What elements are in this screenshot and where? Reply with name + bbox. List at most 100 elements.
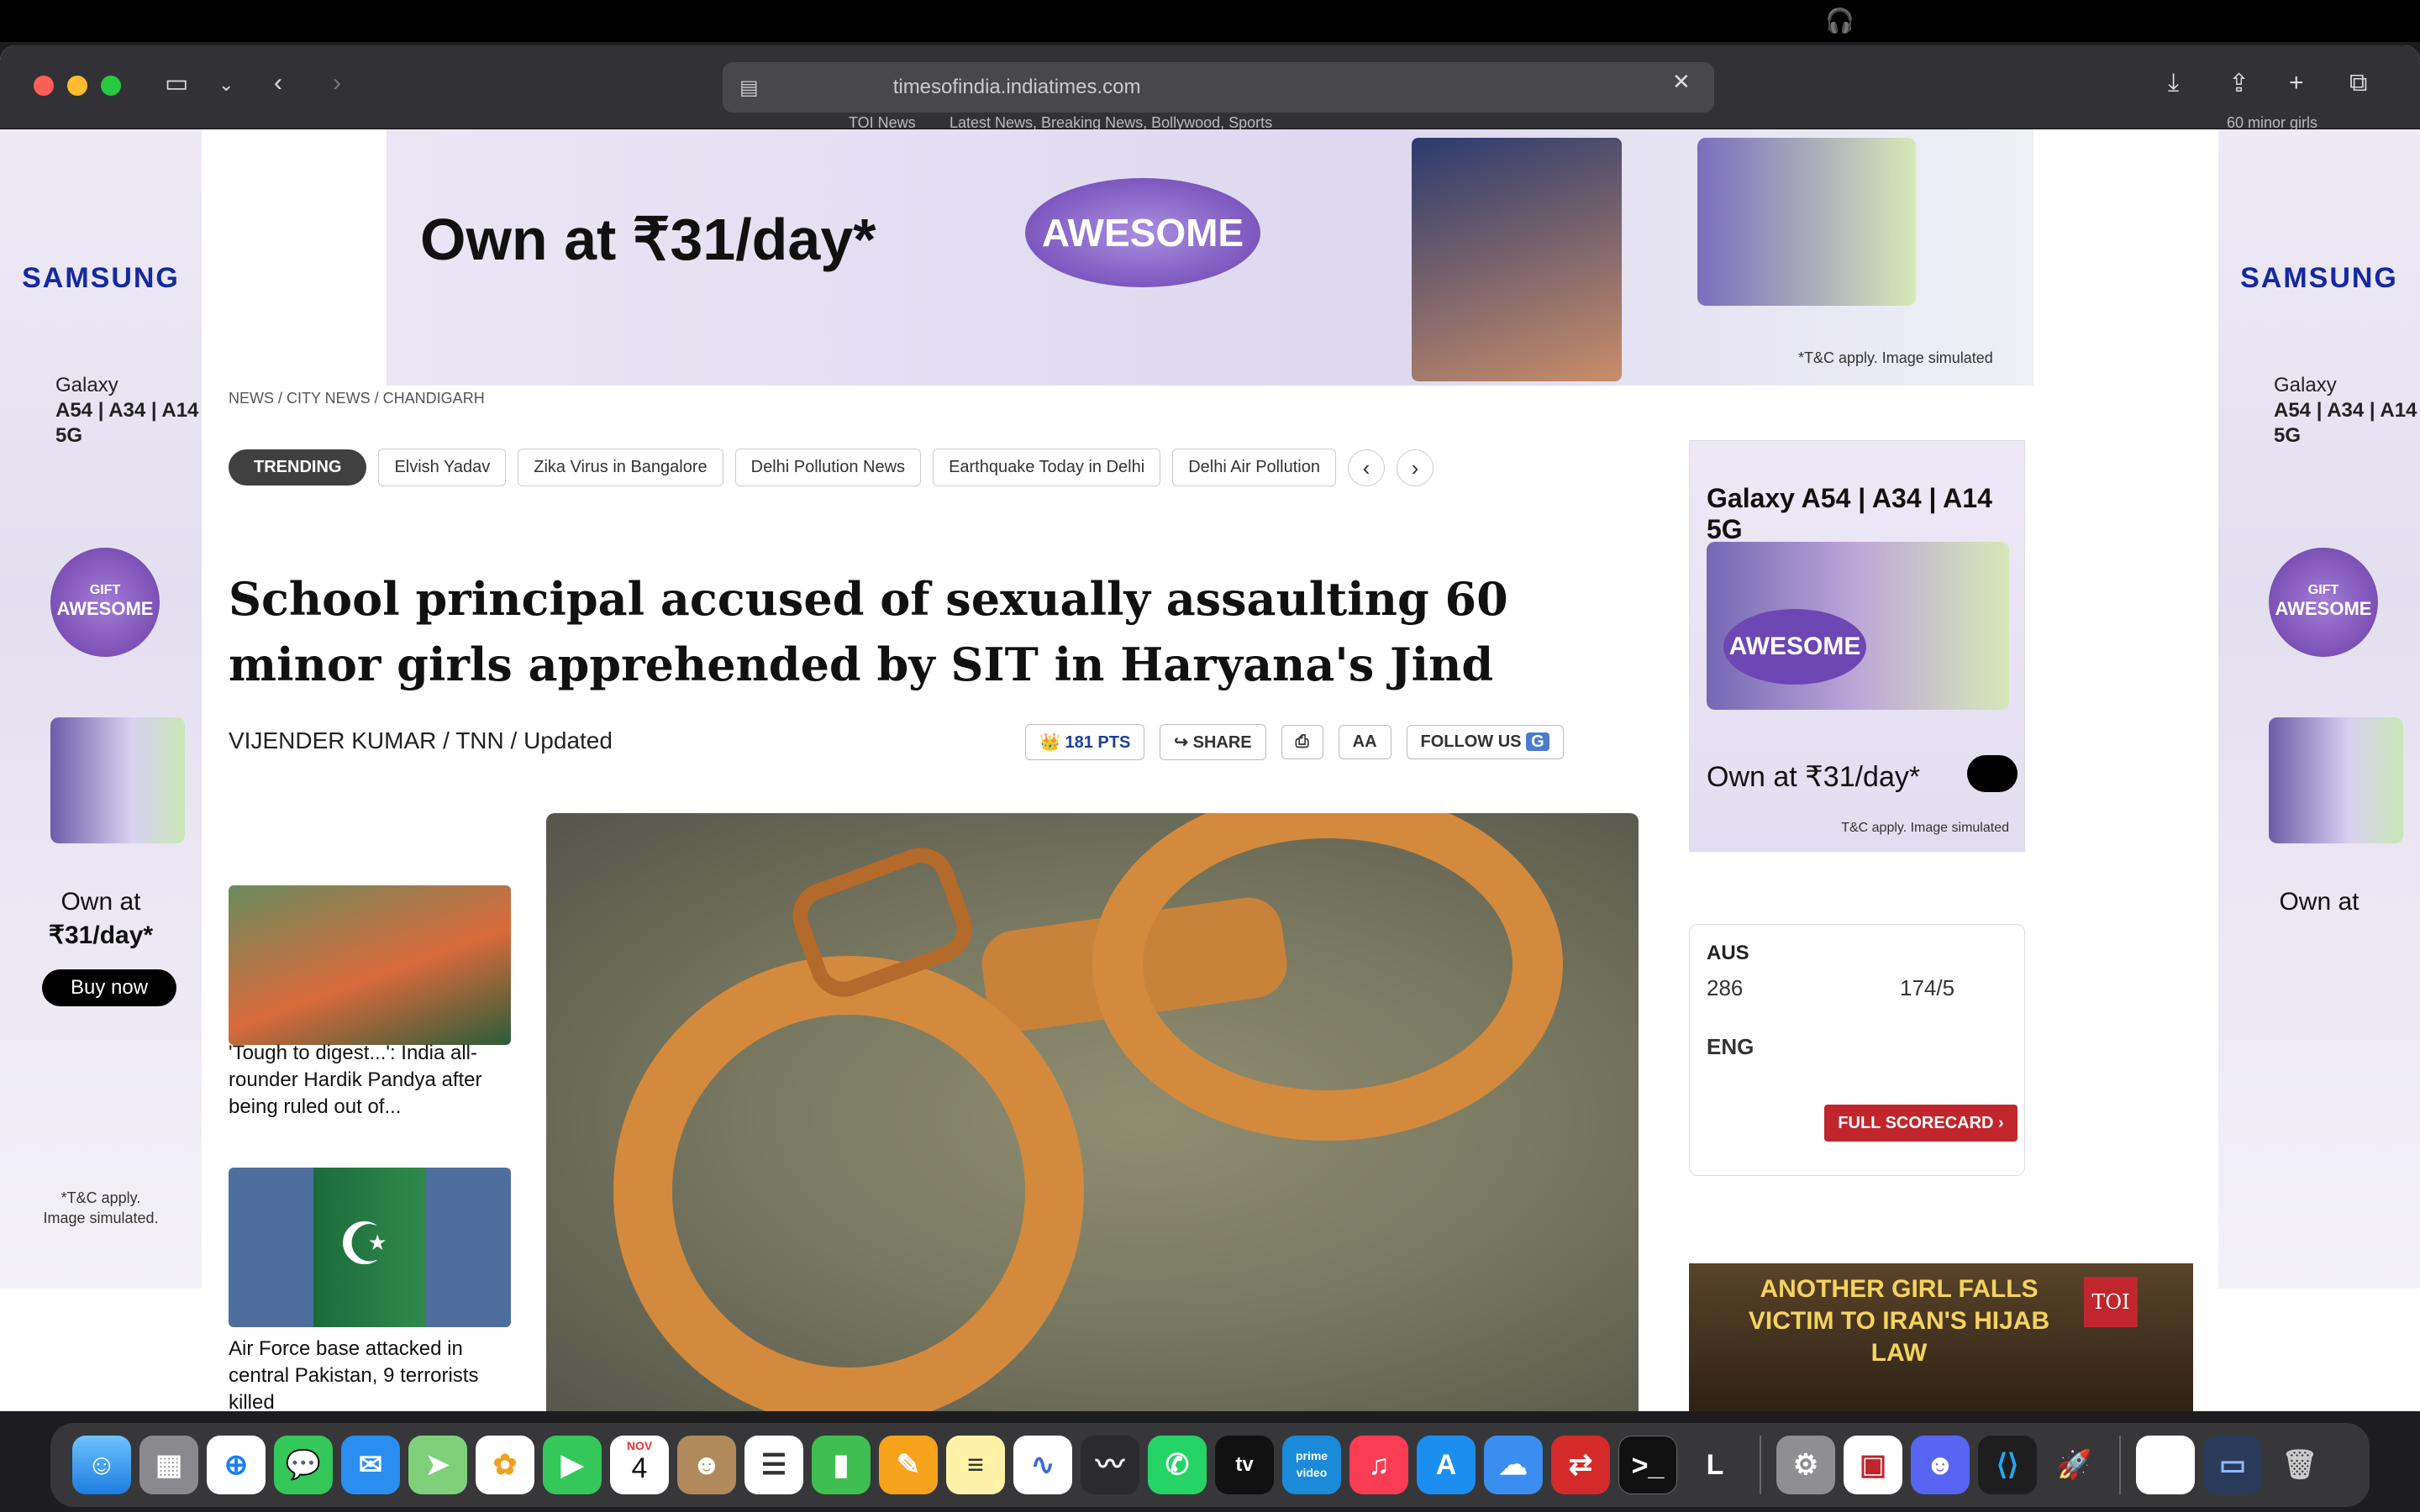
ad-model-line1: Galaxy <box>55 374 118 396</box>
l-app-icon[interactable]: L <box>1686 1436 1744 1494</box>
top-banner-ad[interactable]: Own at ₹31/day* AWESOME *T&C apply. Imag… <box>387 129 2033 386</box>
trending-chip[interactable]: Zika Virus in Bangalore <box>518 449 723 486</box>
trending-bar: TRENDING Elvish Yadav Zika Virus in Bang… <box>229 449 1434 486</box>
ad-model-line2: A54 | A34 | A14 5G <box>55 399 199 447</box>
rocket-icon[interactable]: 🚀 <box>2045 1436 2104 1494</box>
trash-icon[interactable]: 🗑 <box>2270 1436 2329 1494</box>
ad-model: Galaxy A54 | A34 | A14 5G <box>2274 373 2420 449</box>
download-icon[interactable]: ⤓ <box>2168 69 2179 97</box>
print-icon[interactable]: ⎙ <box>1281 725 1323 759</box>
notes-icon[interactable]: ≡ <box>946 1436 1005 1494</box>
numbers-icon[interactable]: ▮ <box>812 1436 871 1494</box>
address-bar[interactable]: ▤ timesofindia.indiatimes.com <box>723 62 1714 113</box>
ad-awesome-logo: AWESOME <box>1723 609 1866 685</box>
apple-tv-icon[interactable]: tv <box>1215 1436 1274 1494</box>
trending-chip[interactable]: Delhi Pollution News <box>734 449 922 486</box>
dock-separator <box>1760 1436 1761 1494</box>
chevron-down-icon[interactable]: ⌄ <box>218 74 234 96</box>
points-badge[interactable]: 👑 181 PTS <box>1025 724 1145 760</box>
headphones-icon[interactable]: 🎧 <box>1825 7 1854 34</box>
address-text: timesofindia.indiatimes.com <box>892 76 1141 98</box>
remote-desktop-icon[interactable]: ⇄ <box>1551 1436 1610 1494</box>
trending-next-icon[interactable]: › <box>1396 449 1434 486</box>
mail-icon[interactable]: ✉ <box>341 1436 400 1494</box>
vscode-icon[interactable]: ⟨⟩ <box>1978 1436 2037 1494</box>
app-store-icon[interactable]: A <box>1417 1436 1476 1494</box>
ad-gift-badge: GIFT AWESOME <box>2269 548 2378 657</box>
cricket-scorecard[interactable]: AUS 286 174/5 ENG FULL SCORECARD › <box>1689 924 2025 1176</box>
finder-icon[interactable]: ☺ <box>72 1436 131 1494</box>
l-app-letter: L <box>1706 1449 1724 1481</box>
ad-badge-line1: GIFT <box>89 583 121 597</box>
share-text: SHARE <box>1192 733 1252 752</box>
contacts-icon[interactable]: ☻ <box>677 1436 736 1494</box>
banner-terms: *T&C apply. Image simulated <box>1798 349 1993 366</box>
forward-icon[interactable]: › <box>333 69 341 97</box>
article-main-image <box>546 813 1639 1411</box>
banner-own-text: Own at ₹31/day* <box>420 207 876 272</box>
voice-memos-icon[interactable]: 〰 <box>1081 1436 1139 1494</box>
discord-icon[interactable]: ☻ <box>1911 1436 1970 1494</box>
ad-model-line2: A54 | A34 | A14 5G <box>2274 399 2417 447</box>
share-icon[interactable]: ⇪ <box>2228 69 2249 98</box>
trending-chip[interactable]: Elvish Yadav <box>378 449 507 486</box>
minimize-window-button[interactable] <box>67 76 87 96</box>
article-byline: VIJENDER KUMAR / TNN / Updated <box>229 727 613 753</box>
rail-story-image[interactable]: ☪ <box>229 1168 511 1327</box>
maps-icon[interactable]: ➤ <box>408 1436 467 1494</box>
left-side-ad[interactable]: SAMSUNG Galaxy A54 | A34 | A14 5G GIFT A… <box>0 129 202 1289</box>
ad-buy-button[interactable] <box>1967 755 2018 792</box>
trending-chip[interactable]: Earthquake Today in Delhi <box>933 449 1161 486</box>
trending-chip[interactable]: Delhi Air Pollution <box>1172 449 1336 486</box>
calendar-icon[interactable]: NOV 4 <box>610 1436 669 1494</box>
facetime-icon[interactable]: ▶ <box>543 1436 602 1494</box>
ad-phones-image <box>2269 717 2403 843</box>
screen-icon[interactable]: ▭ <box>2203 1436 2262 1494</box>
settings-icon[interactable]: ⚙ <box>1776 1436 1835 1494</box>
whatsapp-icon[interactable]: ✆ <box>1148 1436 1207 1494</box>
dock: ☺ ▦ ⊕ 💬 ✉ ➤ ✿ ▶ NOV 4 ☻ ☰ ▮ ✎ ≡ ∿ 〰 ✆ tv… <box>50 1423 2370 1507</box>
pages-icon[interactable]: ✎ <box>879 1436 938 1494</box>
sidebar-icon[interactable]: ▭ <box>165 69 188 98</box>
calendar-month: NOV <box>626 1439 653 1452</box>
browser-toolbar: ▭ ⌄ ‹ › ▤ timesofindia.indiatimes.com ✕ … <box>0 45 2420 131</box>
new-tab-icon[interactable]: + <box>2289 69 2304 97</box>
ad-own-line1: Own at <box>2279 888 2360 916</box>
tab-overview-icon[interactable]: ⧉ <box>2349 69 2367 97</box>
terminal-icon[interactable]: >_ <box>1618 1436 1677 1494</box>
reader-icon[interactable]: ▤ <box>739 76 759 100</box>
ad-buy-now-button[interactable]: Buy now <box>42 969 176 1006</box>
share-button[interactable]: ↪ SHARE <box>1160 724 1266 760</box>
right-column-ad[interactable]: Galaxy A54 | A34 | A14 5G AWESOME Own at… <box>1689 440 2025 852</box>
banner-awesome-logo: AWESOME <box>1025 178 1260 287</box>
launchpad-icon[interactable]: ▦ <box>139 1436 198 1494</box>
prime-video-icon[interactable]: prime video <box>1282 1436 1341 1494</box>
ad-own-text: Own at ₹31/day* <box>0 885 202 953</box>
rail-story-image[interactable] <box>229 885 511 1045</box>
right-side-ad[interactable]: SAMSUNG Galaxy A54 | A34 | A14 5G GIFT A… <box>2218 129 2420 1289</box>
photos-icon[interactable]: ✿ <box>476 1436 534 1494</box>
maximize-window-button[interactable] <box>101 76 121 96</box>
follow-us-button[interactable]: FOLLOW US G <box>1406 725 1564 759</box>
freeform-icon[interactable]: ∿ <box>1013 1436 1072 1494</box>
close-window-button[interactable] <box>34 76 54 96</box>
music-icon[interactable]: ♫ <box>1349 1436 1408 1494</box>
font-size-button[interactable]: AA <box>1338 725 1392 759</box>
ad-model-line1: Galaxy <box>2274 374 2337 396</box>
team2-name: ENG <box>1707 1034 1754 1059</box>
document-icon[interactable] <box>2136 1436 2195 1494</box>
tv-text: tv <box>1235 1453 1254 1476</box>
weather-icon[interactable]: ☁ <box>1484 1436 1543 1494</box>
video-thumbnail[interactable]: ANOTHER GIRL FALLS VICTIM TO IRAN'S HIJA… <box>1689 1263 2193 1411</box>
reminders-icon[interactable]: ☰ <box>744 1436 803 1494</box>
messages-icon[interactable]: 💬 <box>274 1436 333 1494</box>
full-scorecard-button[interactable]: FULL SCORECARD › <box>1824 1105 2018 1142</box>
trending-prev-icon[interactable]: ‹ <box>1347 449 1385 486</box>
photo-booth-icon[interactable]: ▣ <box>1844 1436 1902 1494</box>
back-icon[interactable]: ‹ <box>274 69 282 97</box>
close-tab-icon[interactable]: ✕ <box>1672 69 1691 95</box>
rail-story-text[interactable]: Air Force base attacked in central Pakis… <box>229 1336 506 1411</box>
safari-icon[interactable]: ⊕ <box>207 1436 266 1494</box>
rail-story-text[interactable]: 'Tough to digest...': India all-rounder … <box>229 1040 506 1121</box>
breadcrumb[interactable]: NEWS / CITY NEWS / CHANDIGARH <box>229 390 485 407</box>
